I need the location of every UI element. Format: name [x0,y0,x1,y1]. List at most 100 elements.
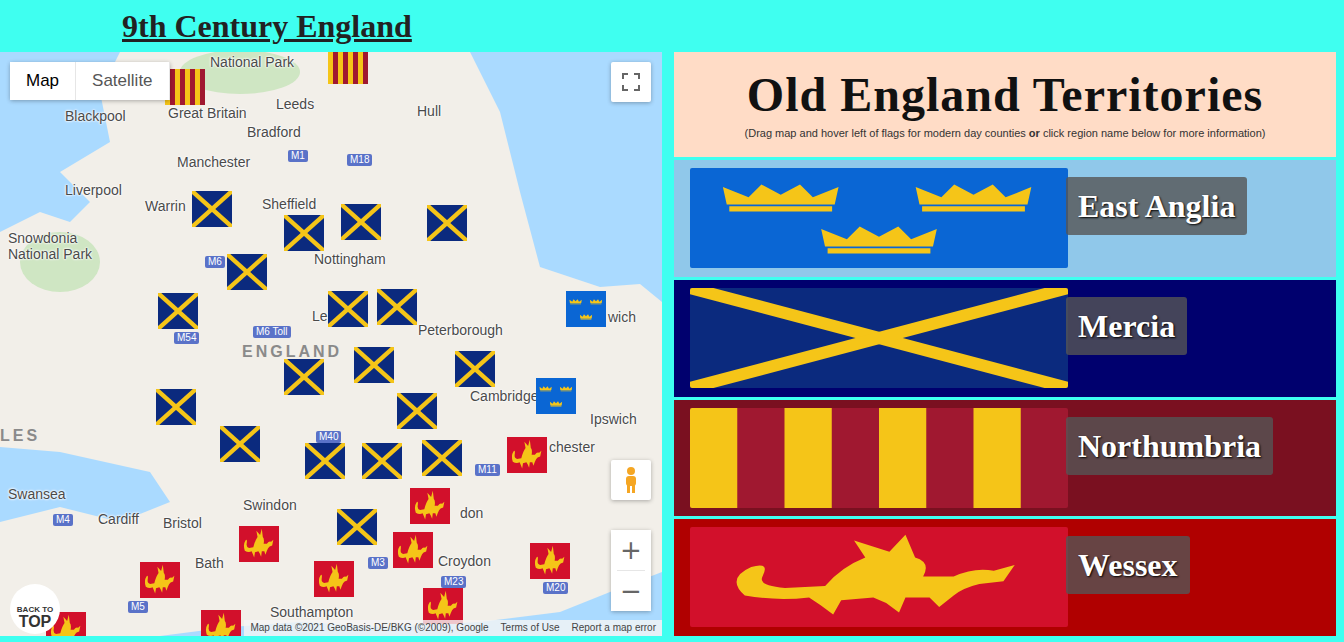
city-label: Peterborough [418,322,503,338]
city-label: wich [608,309,636,325]
subtitle-part: click region name below for more informa… [1040,127,1266,139]
city-label: don [460,505,483,521]
city-label: Swindon [243,497,297,513]
city-label: Leeds [276,96,314,112]
map-pin[interactable] [201,610,241,636]
territory-flag [690,288,1068,388]
map-pin[interactable] [227,254,267,290]
zoom-out-button[interactable]: − [611,571,651,611]
mercia-flag-icon [337,509,377,545]
back-to-top-big: TOP [19,614,52,630]
map-type-button[interactable]: Map [10,62,76,100]
wessex-flag-icon [423,588,463,624]
territory-row[interactable]: Wessex [674,519,1336,636]
map-pin[interactable] [341,204,381,240]
mercia-flag-icon [284,359,324,395]
map-pin[interactable] [362,443,402,479]
attribution-text[interactable]: Report a map error [572,620,656,636]
territory-name[interactable]: Wessex [1066,536,1190,594]
city-label: Bristol [163,515,202,531]
road-badge: M23 [441,576,466,588]
wessex-flag-icon [239,526,279,562]
pegman-icon [622,466,640,494]
map-pin[interactable] [284,359,324,395]
map-pin[interactable] [305,443,345,479]
map-pin[interactable] [530,543,570,579]
map-pin[interactable] [337,509,377,545]
territory-name[interactable]: Mercia [1066,297,1187,355]
wessex-flag-icon [393,532,433,568]
map-pin[interactable] [328,52,368,84]
zoom-in-button[interactable]: + [611,530,651,570]
map-pin[interactable] [220,426,260,462]
wessex-flag-icon [410,488,450,524]
mercia-flag-icon [158,293,198,329]
city-label: chester [549,439,595,455]
wessex-flag-icon [507,437,547,473]
map[interactable]: National ParkLeedsHullBlackpoolGreat Bri… [0,52,662,636]
map-pin[interactable] [536,378,576,414]
map-pin[interactable] [507,437,547,473]
territory-row[interactable]: Northumbria [674,400,1336,517]
map-pin[interactable] [239,526,279,562]
mercia-flag-icon [341,204,381,240]
pegman-button[interactable] [611,460,651,500]
northumbria-flag-icon [165,69,205,105]
road-badge: M11 [475,464,500,476]
map-pin[interactable] [314,561,354,597]
map-pin[interactable] [165,69,205,105]
wessex-flag-icon [201,610,241,636]
map-attribution: Map data ©2021 GeoBasis-DE/BKG (©2009), … [244,620,662,636]
map-pin[interactable] [328,291,368,327]
map-pin[interactable] [410,488,450,524]
map-pin[interactable] [423,588,463,624]
wessex-flag-icon [140,562,180,598]
panel-title: Old England Territories [747,70,1263,120]
back-to-top-button[interactable]: BACK TOTOP [10,584,60,634]
mercia-flag-icon [362,443,402,479]
map-pin[interactable] [422,440,462,476]
mercia-flag-icon [192,191,232,227]
map-pin[interactable] [158,293,198,329]
map-pin[interactable] [566,291,606,327]
territory-name[interactable]: Northumbria [1066,417,1273,475]
road-badge: M40 [316,431,341,443]
city-label: Le [312,308,328,324]
map-pin[interactable] [393,532,433,568]
back-to-top-small: BACK TO [17,605,53,614]
territory-name[interactable]: East Anglia [1066,177,1247,235]
attribution-text[interactable]: Terms of Use [501,620,560,636]
fullscreen-button[interactable] [611,62,651,102]
map-pin[interactable] [354,347,394,383]
road-badge: M4 [53,514,73,526]
city-label: Hull [417,103,441,119]
road-badge: M54 [174,332,199,344]
region-label: ENGLAND [242,344,342,360]
territory-row[interactable]: East Anglia [674,160,1336,277]
map-pin[interactable] [156,389,196,425]
map-pin[interactable] [284,215,324,251]
city-label: Sheffield [262,196,316,212]
panel-header: Old England Territories (Drag map and hov… [674,52,1336,157]
map-pin[interactable] [377,289,417,325]
eastanglia-flag-icon [690,168,1068,268]
subtitle-part: or [1029,127,1040,139]
wessex-flag-icon [530,543,570,579]
city-label: Bradford [247,124,301,140]
map-pin[interactable] [397,393,437,429]
map-pin[interactable] [455,351,495,387]
panel-subtitle: (Drag map and hover left of flags for mo… [745,127,1266,139]
territory-row[interactable]: Mercia [674,280,1336,397]
road-badge: M6 Toll [253,326,291,338]
territory-flag [690,408,1068,508]
map-type-button[interactable]: Satellite [76,62,169,100]
page-title: 9th Century England [122,8,412,45]
mercia-flag-icon [455,351,495,387]
city-label: Manchester [177,154,250,170]
map-pin[interactable] [192,191,232,227]
mercia-flag-icon [156,389,196,425]
map-pin[interactable] [140,562,180,598]
mercia-flag-icon [227,254,267,290]
city-label: Cambridge [470,388,538,404]
map-pin[interactable] [427,205,467,241]
